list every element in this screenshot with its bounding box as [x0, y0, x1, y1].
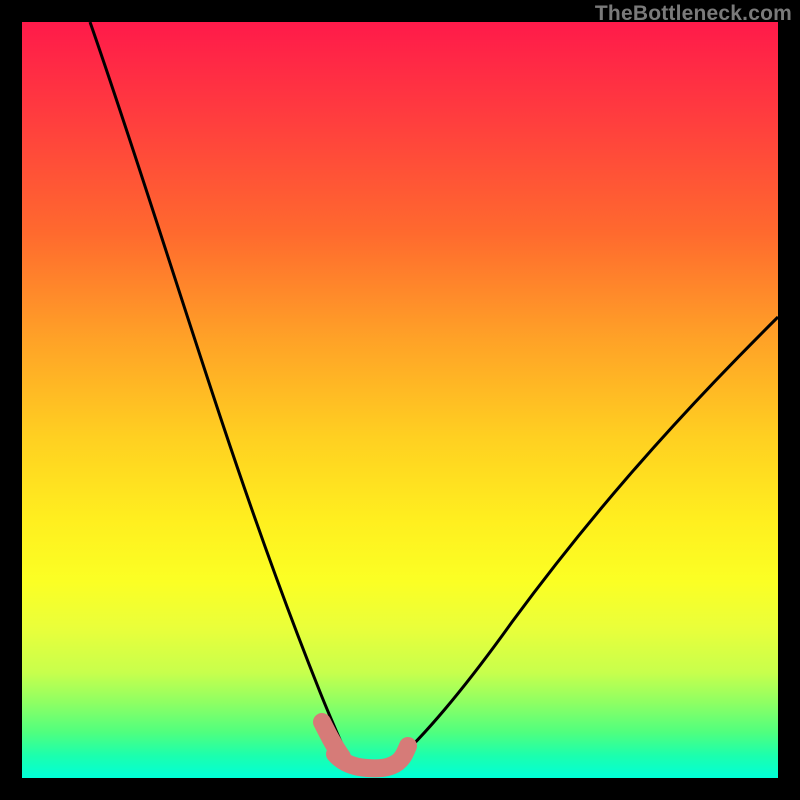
- left-highlight-stub: [322, 722, 342, 757]
- left-curve: [90, 22, 348, 758]
- chart-plot-area: [22, 22, 778, 778]
- right-curve: [395, 317, 778, 762]
- curve-layer: [22, 22, 778, 778]
- chart-frame: TheBottleneck.com: [0, 0, 800, 800]
